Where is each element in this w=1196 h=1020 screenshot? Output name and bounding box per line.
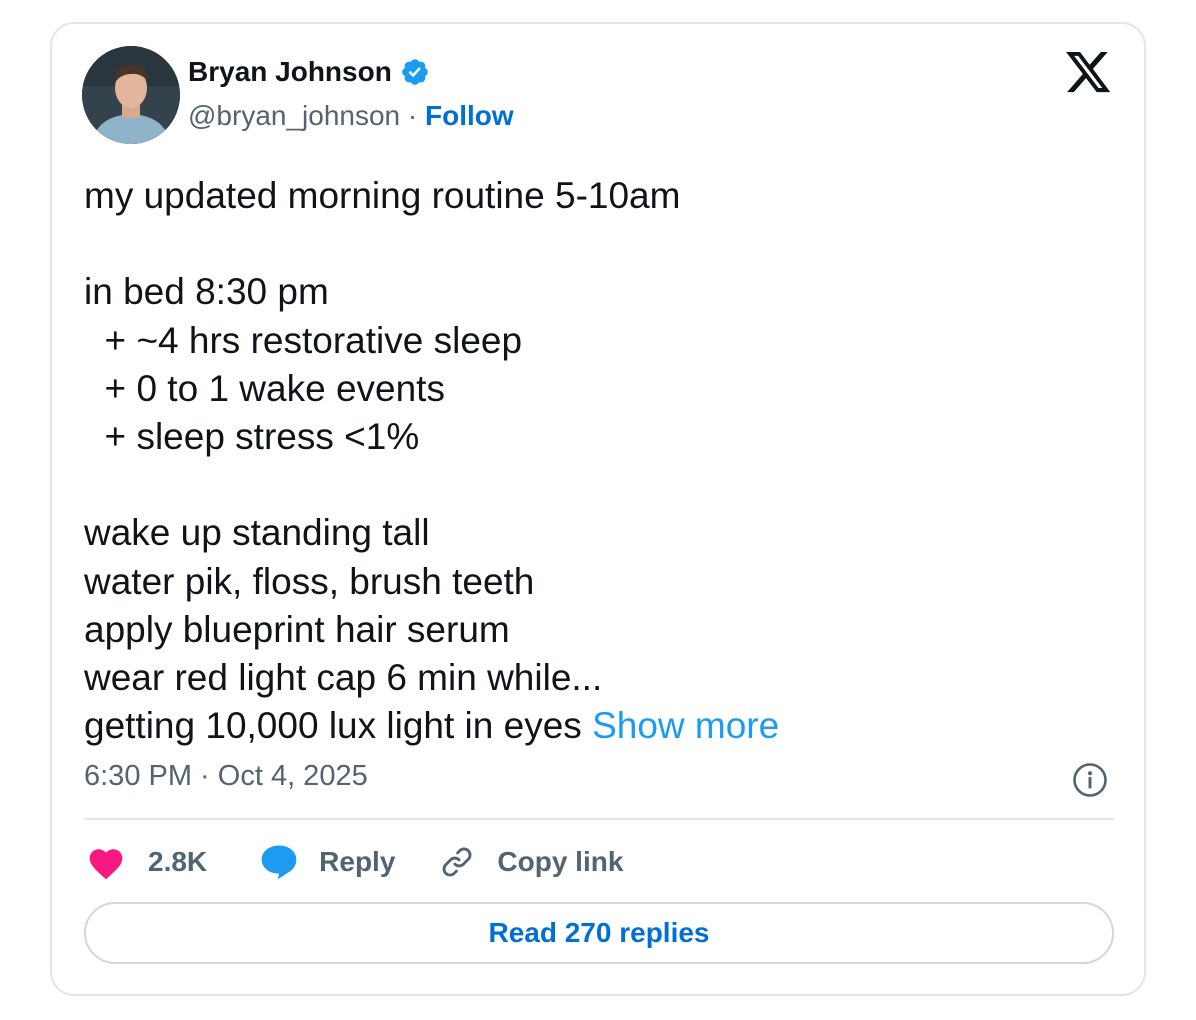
copy-link-button[interactable]: Copy link xyxy=(439,844,623,880)
info-icon[interactable] xyxy=(1072,762,1108,798)
tweet-line: ​ xyxy=(84,220,779,268)
handle-row: @bryan_johnson · Follow xyxy=(188,100,514,132)
avatar[interactable] xyxy=(82,46,180,144)
tweet-line: apply blueprint hair serum xyxy=(84,608,510,650)
author-name[interactable]: Bryan Johnson xyxy=(188,56,392,88)
tweet-line: my updated morning routine 5-10am xyxy=(84,175,681,216)
handle-separator: · xyxy=(407,100,418,131)
read-replies-button[interactable]: Read 270 replies xyxy=(84,902,1114,964)
tweet-line: water pik, floss, brush teeth xyxy=(84,560,535,602)
tweet-text: my updated morning routine 5-10am​in bed… xyxy=(84,172,779,750)
link-icon xyxy=(443,847,472,877)
author-handle[interactable]: @bryan_johnson xyxy=(188,100,400,131)
reply-label: Reply xyxy=(319,846,396,877)
heart-icon xyxy=(89,849,123,880)
tweet-line: wear red light cap 6 min while... xyxy=(84,657,603,699)
copy-link-label: Copy link xyxy=(497,846,624,877)
tweet-last-line: getting 10,000 lux light in eyes Show mo… xyxy=(84,702,779,750)
show-more-link[interactable]: Show more xyxy=(592,705,779,746)
reply-button[interactable]: Reply xyxy=(259,843,395,881)
author-name-row: Bryan Johnson xyxy=(188,56,430,88)
tweet-line: getting 10,000 lux light in eyes xyxy=(84,705,582,747)
x-logo-icon[interactable] xyxy=(1066,52,1112,94)
speech-bubble-icon xyxy=(261,845,297,880)
tweet-line: wake up standing tall xyxy=(84,512,430,554)
tweet-timestamp[interactable]: 6:30 PM · Oct 4, 2025 xyxy=(84,760,368,793)
tweet-line: + 0 to 1 wake events xyxy=(84,367,445,409)
actions-bar: 2.8K Reply Copy link xyxy=(86,838,623,886)
verified-badge-icon xyxy=(400,57,430,87)
avatar-image xyxy=(82,46,180,144)
tweet-line: + sleep stress <1% xyxy=(84,416,420,458)
tweet-line: in bed 8:30 pm xyxy=(84,271,329,313)
tweet-line: ​ xyxy=(84,461,779,509)
follow-button[interactable]: Follow xyxy=(425,100,514,131)
like-count: 2.8K xyxy=(148,846,208,877)
like-button[interactable]: 2.8K xyxy=(86,844,207,880)
divider xyxy=(84,818,1114,820)
tweet-line: + ~4 hrs restorative sleep xyxy=(84,319,523,361)
